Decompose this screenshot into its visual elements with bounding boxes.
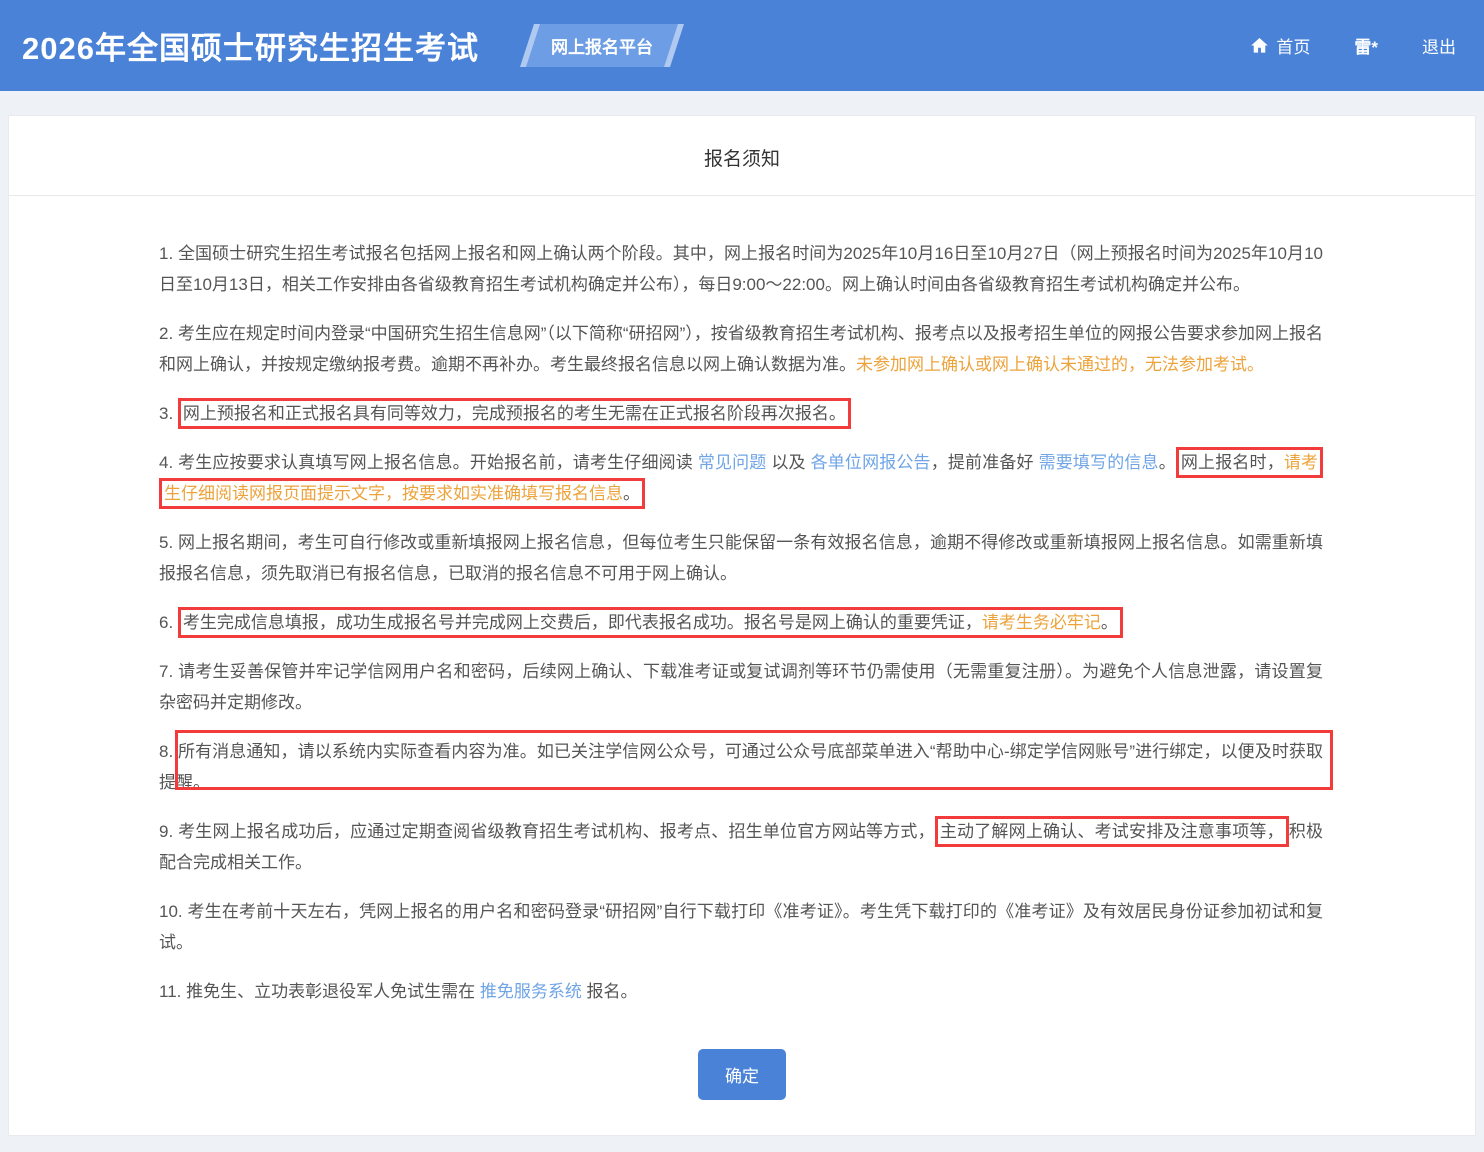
inline-link[interactable]: 常见问题 bbox=[698, 453, 767, 472]
text-segment: 10. 考生在考前十天左右，凭网上报名的用户名和密码登录“研招网”自行下载打印《… bbox=[159, 902, 1323, 952]
text-segment: 网上预报名和正式报名具有同等效力，完成预报名的考生无需在正式报名阶段再次报名。 bbox=[183, 404, 846, 423]
notice-paragraph: 10. 考生在考前十天左右，凭网上报名的用户名和密码登录“研招网”自行下载打印《… bbox=[159, 896, 1323, 958]
header-nav: 首页 雷* 退出 bbox=[1250, 33, 1456, 58]
notice-paragraph: 2. 考生应在规定时间内登录“中国研究生招生信息网”（以下简称“研招网”），按省… bbox=[159, 318, 1323, 380]
text-run: 2. 考生应在规定时间内登录“中国研究生招生信息网”（以下简称“研招网”），按省… bbox=[159, 324, 1323, 374]
notice-card: 报名须知 1. 全国硕士研究生招生考试报名包括网上报名和网上确认两个阶段。其中，… bbox=[8, 115, 1476, 1136]
text-run: 9. 考生网上报名成功后，应通过定期查阅省级教育招生考试机构、报考点、招生单位官… bbox=[159, 822, 935, 841]
text-run: 6. bbox=[159, 613, 178, 632]
text-segment: 1. 全国硕士研究生招生考试报名包括网上报名和网上确认两个阶段。其中，网上报名时… bbox=[159, 244, 1323, 294]
text-segment: 请考生务必牢记 bbox=[982, 613, 1101, 632]
text-segment: 11. 推免生、立功表彰退役军人免试生需在 bbox=[159, 982, 480, 1001]
text-segment: 3. bbox=[159, 404, 178, 423]
button-row: 确定 bbox=[9, 1025, 1475, 1100]
notice-paragraph: 6. 考生完成信息填报，成功生成报名号并完成网上交费后，即代表报名成功。报名号是… bbox=[159, 607, 1323, 638]
red-annotation-box: 网上预报名和正式报名具有同等效力，完成预报名的考生无需在正式报名阶段再次报名。 bbox=[178, 398, 851, 429]
inline-link[interactable]: 各单位网报公告 bbox=[811, 453, 931, 472]
notice-paragraph: 9. 考生网上报名成功后，应通过定期查阅省级教育招生考试机构、报考点、招生单位官… bbox=[159, 816, 1323, 878]
text-segment: 。 bbox=[623, 484, 640, 503]
text-segment: 5. 网上报名期间，考生可自行修改或重新填报网上报名信息，但每位考生只能保留一条… bbox=[159, 533, 1323, 583]
text-segment: 7. 请考生妥善保管并牢记学信网用户名和密码，后续网上确认、下载准考证或复试调剂… bbox=[159, 662, 1323, 712]
text-run: 5. 网上报名期间，考生可自行修改或重新填报网上报名信息，但每位考生只能保留一条… bbox=[159, 533, 1323, 583]
text-segment: 4. 考生应按要求认真填写网上报名信息。开始报名前，请考生仔细阅读 bbox=[159, 453, 698, 472]
text-segment: 以及 bbox=[766, 453, 810, 472]
platform-badge-label: 网上报名平台 bbox=[551, 33, 653, 58]
red-annotation-box: 考生完成信息填报，成功生成报名号并完成网上交费后，即代表报名成功。报名号是网上确… bbox=[178, 607, 1123, 638]
text-segment: 网上报名时， bbox=[1181, 453, 1284, 472]
notice-paragraph: 7. 请考生妥善保管并牢记学信网用户名和密码，后续网上确认、下载准考证或复试调剂… bbox=[159, 656, 1323, 718]
home-icon bbox=[1250, 36, 1269, 55]
text-segment: 未参加网上确认或网上确认未通过的，无法参加考试。 bbox=[856, 355, 1264, 374]
notice-paragraph: 4. 考生应按要求认真填写网上报名信息。开始报名前，请考生仔细阅读 常见问题 以… bbox=[159, 447, 1323, 509]
red-annotation-box: 主动了解网上确认、考试安排及注意事项等， bbox=[935, 816, 1289, 847]
nav-username[interactable]: 雷* bbox=[1354, 33, 1378, 58]
notice-paragraph: 1. 全国硕士研究生招生考试报名包括网上报名和网上确认两个阶段。其中，网上报名时… bbox=[159, 238, 1323, 300]
text-run: 8. 所有消息通知，请以系统内实际查看内容为准。如已关注学信网公众号，可通过公众… bbox=[159, 742, 1323, 792]
text-segment: 。 bbox=[1101, 613, 1118, 632]
text-segment: 6. bbox=[159, 613, 178, 632]
notice-paragraph: 11. 推免生、立功表彰退役军人免试生需在 推免服务系统 报名。 bbox=[159, 976, 1323, 1007]
header: 2026年全国硕士研究生招生考试 网上报名平台 首页 雷* 退出 bbox=[0, 0, 1484, 91]
page-title: 报名须知 bbox=[9, 116, 1475, 196]
notice-paragraph: 8. 所有消息通知，请以系统内实际查看内容为准。如已关注学信网公众号，可通过公众… bbox=[159, 736, 1323, 798]
confirm-button[interactable]: 确定 bbox=[698, 1049, 786, 1100]
inline-link[interactable]: 推免服务系统 bbox=[480, 982, 582, 1001]
text-segment: 。 bbox=[1159, 453, 1176, 472]
text-segment: ，提前准备好 bbox=[931, 453, 1039, 472]
text-run: 7. 请考生妥善保管并牢记学信网用户名和密码，后续网上确认、下载准考证或复试调剂… bbox=[159, 662, 1323, 712]
nav-logout-link[interactable]: 退出 bbox=[1422, 33, 1456, 58]
text-segment: 9. 考生网上报名成功后，应通过定期查阅省级教育招生考试机构、报考点、招生单位官… bbox=[159, 822, 935, 841]
text-run: 10. 考生在考前十天左右，凭网上报名的用户名和密码登录“研招网”自行下载打印《… bbox=[159, 902, 1323, 952]
site-title: 2026年全国硕士研究生招生考试 bbox=[22, 23, 479, 68]
text-segment: 8. 所有消息通知，请以系统内实际查看内容为准。如已关注学信网公众号，可通过公众… bbox=[159, 742, 1323, 792]
text-segment: 考生完成信息填报，成功生成报名号并完成网上交费后，即代表报名成功。报名号是网上确… bbox=[183, 613, 982, 632]
platform-badge: 网上报名平台 bbox=[520, 24, 684, 67]
text-run: 11. 推免生、立功表彰退役军人免试生需在 推免服务系统 报名。 bbox=[159, 982, 638, 1001]
text-segment: 主动了解网上确认、考试安排及注意事项等， bbox=[940, 822, 1284, 841]
nav-home-link[interactable]: 首页 bbox=[1250, 33, 1310, 58]
notice-paragraph: 3. 网上预报名和正式报名具有同等效力，完成预报名的考生无需在正式报名阶段再次报… bbox=[159, 398, 1323, 429]
text-run: 4. 考生应按要求认真填写网上报名信息。开始报名前，请考生仔细阅读 常见问题 以… bbox=[159, 453, 1176, 472]
nav-home-label: 首页 bbox=[1276, 33, 1310, 58]
text-segment: 报名。 bbox=[582, 982, 638, 1001]
notice-list: 1. 全国硕士研究生招生考试报名包括网上报名和网上确认两个阶段。其中，网上报名时… bbox=[9, 196, 1475, 1007]
text-run: 3. bbox=[159, 404, 178, 423]
inline-link[interactable]: 需要填写的信息 bbox=[1039, 453, 1159, 472]
notice-paragraph: 5. 网上报名期间，考生可自行修改或重新填报网上报名信息，但每位考生只能保留一条… bbox=[159, 527, 1323, 589]
text-run: 1. 全国硕士研究生招生考试报名包括网上报名和网上确认两个阶段。其中，网上报名时… bbox=[159, 244, 1323, 294]
